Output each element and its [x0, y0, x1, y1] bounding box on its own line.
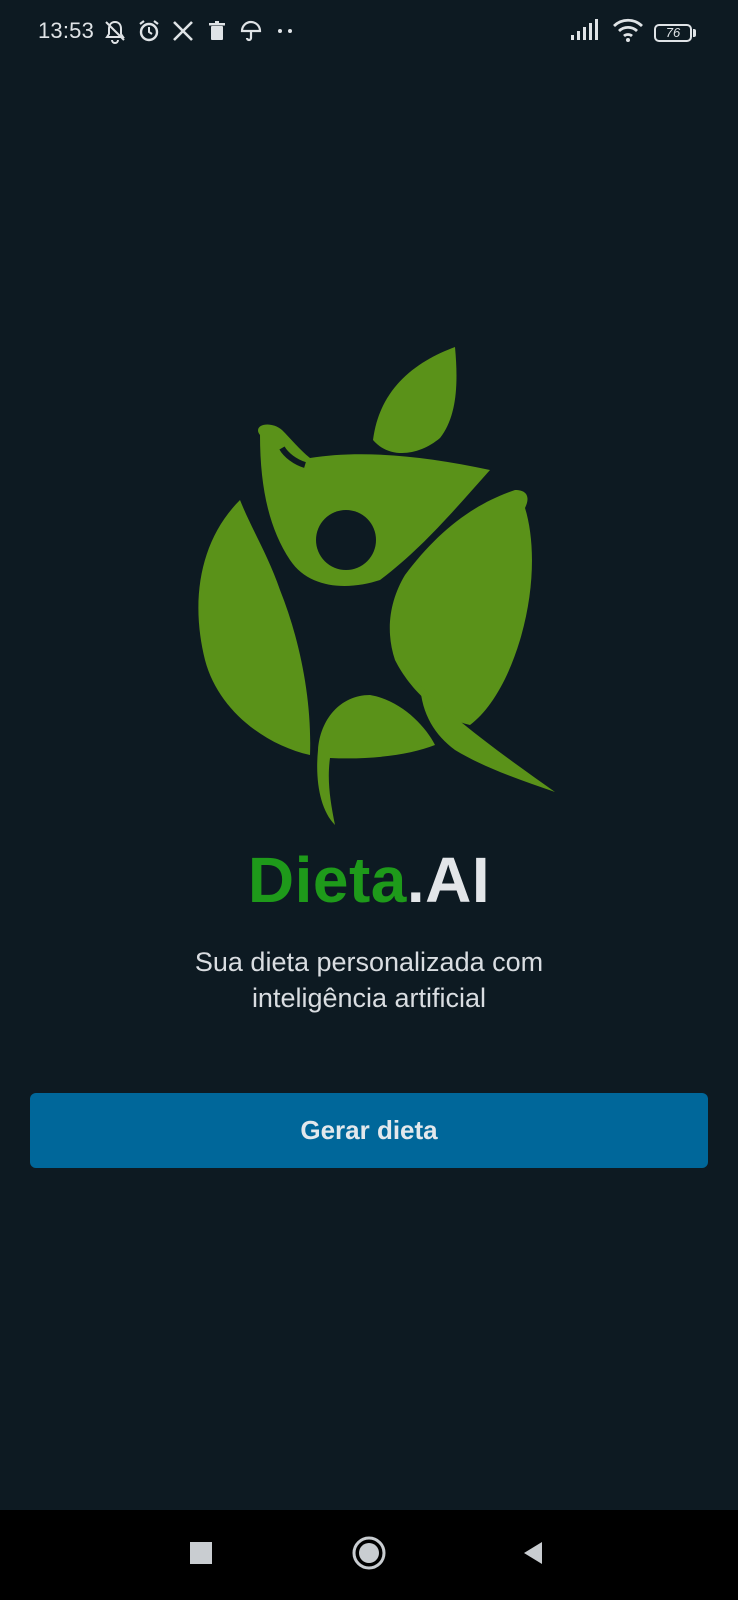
trash-icon — [204, 18, 230, 44]
app-title-part2: .AI — [406, 844, 491, 916]
x-app-icon — [170, 18, 196, 44]
battery-tip — [693, 28, 696, 37]
home-button[interactable] — [348, 1534, 390, 1576]
recents-square-icon — [189, 1541, 213, 1570]
leaf-person-logo — [190, 340, 560, 830]
tagline-line1: Sua dieta personalizada com — [194, 947, 544, 977]
tagline: Sua dieta personalizada com inteligência… — [0, 944, 738, 1016]
mute-notifications-icon — [102, 18, 128, 44]
status-time: 13:53 — [38, 18, 95, 43]
battery-icon: 76 — [654, 22, 698, 44]
wifi-icon — [612, 18, 644, 47]
back-button[interactable] — [512, 1534, 554, 1576]
status-bar: 13:53 76 — [0, 0, 738, 66]
status-icons-left — [102, 18, 298, 44]
system-nav-bar — [0, 1510, 738, 1600]
generate-diet-button[interactable]: Gerar dieta — [30, 1093, 708, 1168]
tagline-line2: inteligência artificial — [251, 983, 487, 1013]
signal-icon — [570, 19, 602, 46]
status-icons-right: 76 — [570, 18, 698, 47]
app-title-part1: Dieta — [247, 844, 407, 916]
back-triangle-icon — [520, 1540, 546, 1571]
app-title: Dieta.AI — [0, 848, 738, 912]
battery-level: 76 — [654, 23, 692, 42]
umbrella-icon — [238, 18, 264, 44]
home-circle-icon — [351, 1535, 387, 1576]
more-dots-icon — [272, 18, 298, 44]
alarm-icon — [136, 18, 162, 44]
recents-button[interactable] — [180, 1534, 222, 1576]
